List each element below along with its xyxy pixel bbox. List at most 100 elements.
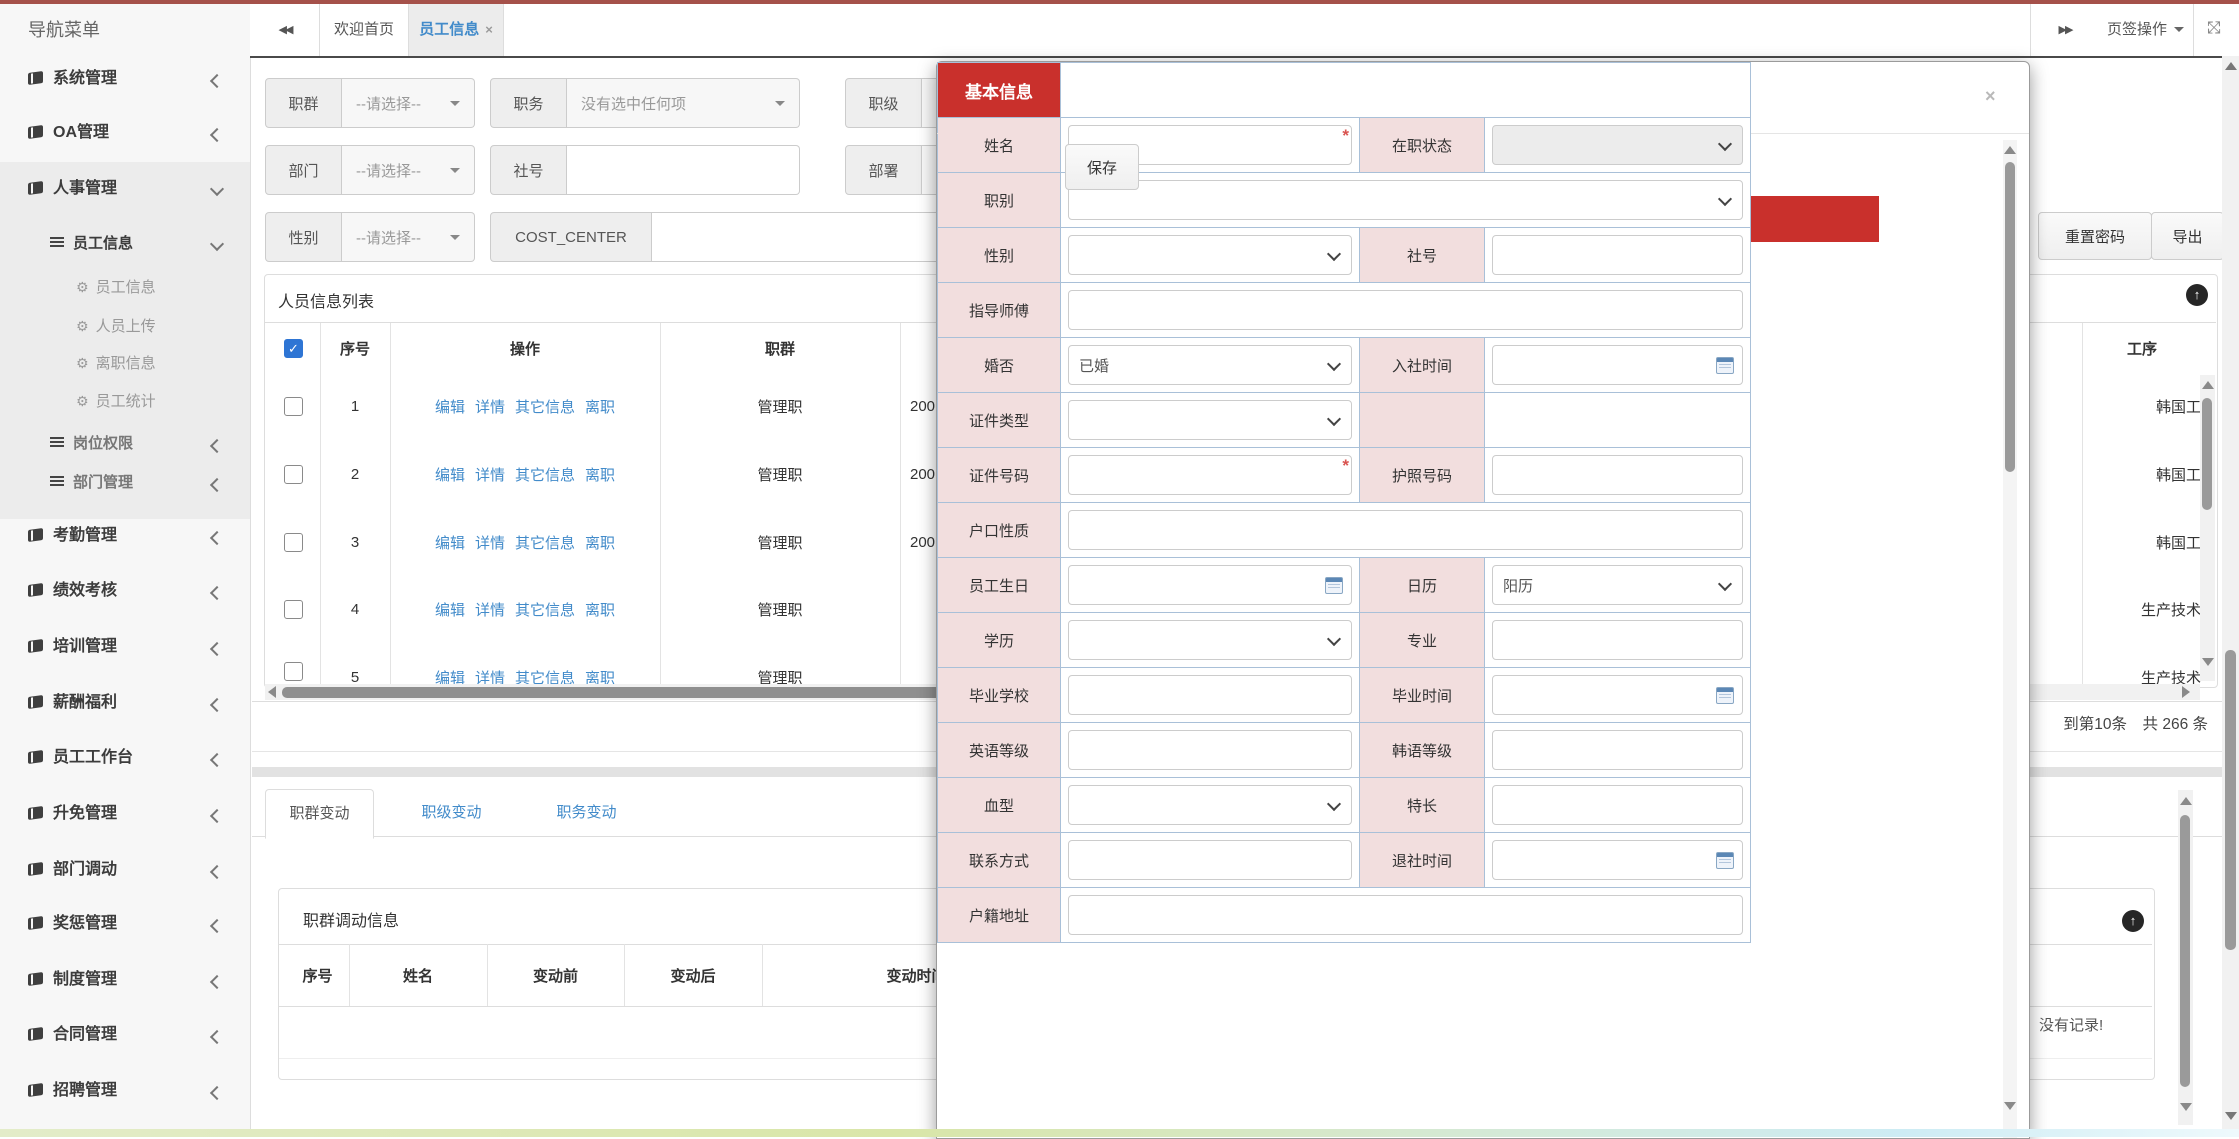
tab-jobgroup-change[interactable]: 职群变动 (265, 789, 374, 839)
table-vscroll-thumb[interactable] (2202, 398, 2212, 510)
sidebar-item-system[interactable]: 系统管理 (28, 67, 117, 91)
scroll-down-arrow[interactable] (2180, 1103, 2192, 1111)
societyno-input[interactable] (1492, 235, 1743, 275)
tab-joblevel-change[interactable]: 职级变动 (398, 789, 505, 837)
sidebar-item-person-upload[interactable]: ⚙人员上传 (76, 314, 156, 338)
sidebar-item-post-permission[interactable]: 岗位权限 (50, 432, 133, 456)
scroll-down-arrow[interactable] (2202, 658, 2214, 666)
detail-link[interactable]: 详情 (475, 464, 505, 485)
status-select[interactable] (1492, 125, 1743, 165)
gradtime-date-input[interactable] (1492, 675, 1743, 715)
hukou-input[interactable] (1068, 510, 1743, 550)
passport-input[interactable] (1492, 455, 1743, 495)
married-select[interactable]: 已婚 (1068, 345, 1352, 385)
resign-link[interactable]: 离职 (585, 599, 615, 620)
sidebar-item-transfer[interactable]: 部门调动 (28, 858, 117, 882)
page-vscroll-thumb[interactable] (2225, 650, 2236, 950)
sidebar-item-employee-info-group[interactable]: 员工信息 (50, 232, 133, 256)
sidebar-item-resign-info[interactable]: ⚙离职信息 (76, 351, 156, 375)
sidebar-item-employee-info[interactable]: ⚙员工信息 (76, 275, 156, 299)
calendar-icon[interactable] (1716, 357, 1734, 374)
department-dropdown[interactable]: --请选择-- (342, 145, 475, 195)
fullscreen-toggle-icon[interactable]: ⤢⤡ (2205, 17, 2233, 45)
english-input[interactable] (1068, 730, 1352, 770)
sidebar-item-promotion[interactable]: 升免管理 (28, 802, 117, 826)
scroll-up-arrow[interactable] (2225, 62, 2237, 70)
calendar-icon[interactable] (1716, 852, 1734, 869)
column-header[interactable]: 序号 (320, 323, 391, 373)
scroll-up-arrow[interactable] (2180, 797, 2192, 805)
sidebar-item-salary[interactable]: 薪酬福利 (28, 691, 117, 715)
resign-link[interactable]: 离职 (585, 667, 615, 685)
scroll-left-arrow[interactable] (268, 686, 276, 698)
jobgroup-dropdown[interactable]: --请选择-- (342, 78, 475, 128)
detail-link[interactable]: 详情 (475, 667, 505, 685)
tab-close-icon[interactable]: × (485, 22, 493, 37)
other-info-link[interactable]: 其它信息 (515, 599, 575, 620)
sidebar-item-recruit[interactable]: 招聘管理 (28, 1079, 117, 1103)
detail-link[interactable]: 详情 (475, 532, 505, 553)
detail-link[interactable]: 详情 (475, 396, 505, 417)
sidebar-item-dept-manage[interactable]: 部门管理 (50, 471, 133, 495)
gender-dropdown[interactable]: --请选择-- (342, 212, 475, 262)
edit-link[interactable]: 编辑 (435, 667, 465, 685)
major-input[interactable] (1492, 620, 1743, 660)
resign-link[interactable]: 离职 (585, 464, 615, 485)
birthday-date-input[interactable] (1068, 565, 1352, 605)
gender-select[interactable] (1068, 235, 1352, 275)
edit-link[interactable]: 编辑 (435, 396, 465, 417)
row-checkbox[interactable] (284, 533, 303, 552)
calendar-icon[interactable] (1325, 577, 1343, 594)
save-button[interactable]: 保存 (1065, 144, 1139, 190)
blood-select[interactable] (1068, 785, 1352, 825)
collapse-panel-icon[interactable]: ↑ (2186, 284, 2208, 306)
column-header[interactable]: 变动前 (487, 944, 625, 1006)
tabs-scroll-right-button[interactable]: ▶▶ (2031, 4, 2099, 56)
rank-select[interactable] (1068, 180, 1743, 220)
position-dropdown[interactable]: 没有选中任何项 (567, 78, 800, 128)
idtype-select[interactable] (1068, 400, 1352, 440)
contact-input[interactable] (1068, 840, 1352, 880)
jointime-date-input[interactable] (1492, 345, 1743, 385)
sidebar-item-training[interactable]: 培训管理 (28, 635, 117, 659)
mentor-input[interactable] (1068, 290, 1743, 330)
resign-link[interactable]: 离职 (585, 396, 615, 417)
page-vscrollbar[interactable] (2222, 56, 2239, 1129)
edit-link[interactable]: 编辑 (435, 532, 465, 553)
scroll-down-arrow[interactable] (2225, 1112, 2237, 1120)
other-info-link[interactable]: 其它信息 (515, 464, 575, 485)
school-input[interactable] (1068, 675, 1352, 715)
resign-link[interactable]: 离职 (585, 532, 615, 553)
calendar-icon[interactable] (1716, 687, 1734, 704)
korean-input[interactable] (1492, 730, 1743, 770)
column-header[interactable]: 姓名 (349, 944, 488, 1006)
edit-link[interactable]: 编辑 (435, 464, 465, 485)
edit-link[interactable]: 编辑 (435, 599, 465, 620)
sidebar-item-policy[interactable]: 制度管理 (28, 968, 117, 992)
scroll-up-arrow[interactable] (2202, 381, 2214, 389)
sidebar-item-contract[interactable]: 合同管理 (28, 1023, 117, 1047)
leavetime-date-input[interactable] (1492, 840, 1743, 880)
sidebar-item-oa[interactable]: OA管理 (28, 121, 109, 145)
address-input[interactable] (1068, 895, 1743, 935)
other-info-link[interactable]: 其它信息 (515, 532, 575, 553)
sidebar-item-hr[interactable]: 人事管理 (28, 177, 117, 201)
tab-employee-info[interactable]: 员工信息× (409, 4, 503, 56)
select-all-checkbox[interactable]: ✓ (284, 339, 303, 358)
specialty-input[interactable] (1492, 785, 1743, 825)
sidebar-item-performance[interactable]: 绩效考核 (28, 579, 117, 603)
column-header[interactable]: 职群 (660, 323, 901, 373)
sidebar-item-employee-stats[interactable]: ⚙员工统计 (76, 389, 156, 413)
collapse-panel-icon[interactable]: ↑ (2122, 910, 2144, 932)
export-button[interactable]: 导出 (2151, 212, 2224, 260)
scroll-right-arrow[interactable] (2182, 686, 2190, 698)
column-header[interactable]: 变动后 (624, 944, 763, 1006)
row-checkbox[interactable] (284, 397, 303, 416)
idnumber-input[interactable] (1068, 455, 1352, 495)
tab-operations-dropdown[interactable]: 页签操作 (2099, 4, 2192, 56)
tabs-scroll-left-button[interactable]: ◀◀ (252, 4, 318, 56)
scroll-up-arrow[interactable] (2004, 146, 2016, 154)
sidebar-item-attendance[interactable]: 考勤管理 (28, 524, 117, 548)
row-checkbox[interactable] (284, 600, 303, 619)
column-header[interactable]: 操作 (390, 323, 661, 373)
